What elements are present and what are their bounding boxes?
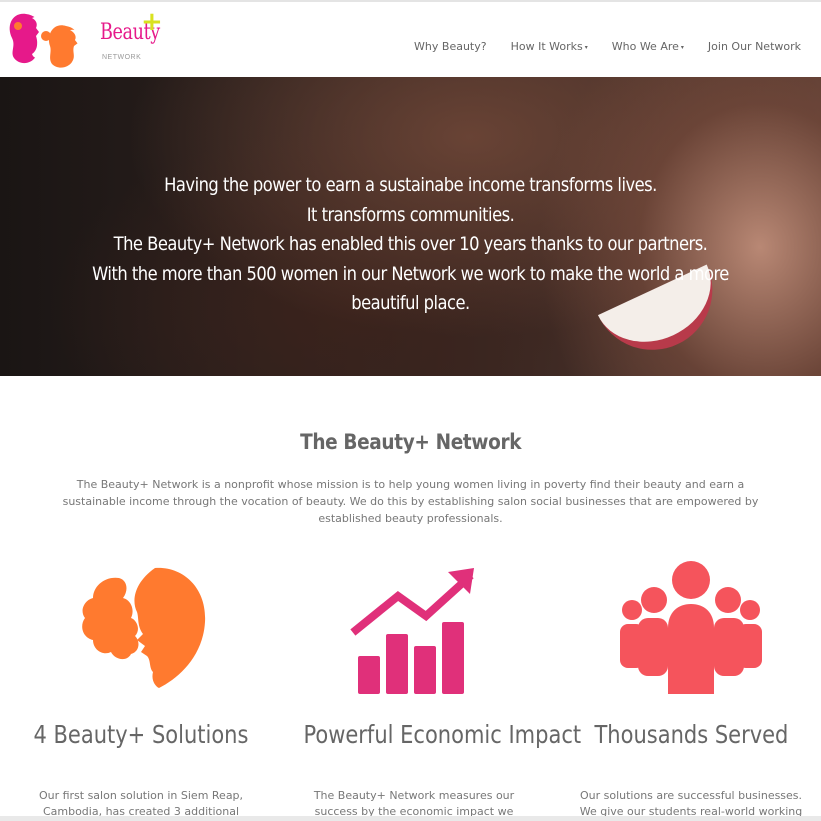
hero-caption: Having the power to earn a sustainabe in… — [0, 171, 821, 319]
growth-chart-icon — [350, 568, 474, 694]
nav-who-we-are[interactable]: Who We Are ▾ — [612, 40, 684, 53]
nav-why-beauty[interactable]: Why Beauty? — [414, 40, 487, 53]
logo-faces-icon — [9, 13, 86, 68]
site-header: Beauty + NETWORK Why Beauty? How It Work… — [0, 2, 821, 77]
section-title: The Beauty+ Network — [0, 430, 821, 454]
people-group-icon — [620, 561, 762, 694]
hero-line-1: Having the power to earn a sustainabe in… — [164, 174, 657, 196]
feature-title: Powerful Economic Impact — [277, 720, 581, 749]
feature-title-text: Thousands Served — [594, 720, 788, 749]
nav-why-beauty-label: Why Beauty? — [414, 40, 487, 53]
nav-join-network[interactable]: Join Our Network — [708, 40, 801, 53]
feature-impact: Powerful Economic Impact The Beauty+ Net… — [277, 560, 581, 818]
brand-logo[interactable]: Beauty + NETWORK — [6, 6, 163, 72]
nav-join-network-label: Join Our Network — [707, 40, 801, 53]
viewport-bottom-edge — [0, 816, 821, 821]
logo-plus-mark: + — [141, 7, 163, 37]
nav-who-we-are-label: Who We Are — [611, 40, 679, 53]
feature-served: Thousands Served Our solutions are succe… — [554, 560, 821, 818]
chevron-down-icon: ▾ — [680, 43, 684, 51]
woman-profile-icon — [82, 567, 206, 688]
feature-title-text: 4 Beauty+ Solutions — [33, 720, 249, 749]
hero-banner: Having the power to earn a sustainabe in… — [0, 77, 821, 376]
feature-title: Thousands Served — [554, 720, 821, 749]
hero-line-2: It transforms communities. — [306, 203, 515, 226]
feature-solutions: 4 Beauty+ Solutions Our first salon solu… — [4, 560, 278, 818]
nav-how-it-works-label: How It Works — [510, 40, 583, 53]
section-title-text: The Beauty+ Network — [299, 430, 522, 454]
chevron-down-icon: ▾ — [584, 43, 588, 51]
feature-title-text: Powerful Economic Impact — [303, 720, 582, 749]
feature-title: 4 Beauty+ Solutions — [4, 720, 278, 749]
mission-statement: The Beauty+ Network is a nonprofit whose… — [62, 478, 759, 525]
nav-how-it-works[interactable]: How It Works ▾ — [511, 40, 588, 53]
main-nav: Why Beauty? How It Works ▾ Who We Are ▾ Jo… — [390, 40, 801, 53]
hero-line-3: The Beauty+ Network has enabled this ove… — [113, 233, 708, 255]
logo-subtitle: NETWORK — [102, 54, 142, 61]
hero-line-4: With the more than 500 women in our Netw… — [92, 262, 729, 315]
